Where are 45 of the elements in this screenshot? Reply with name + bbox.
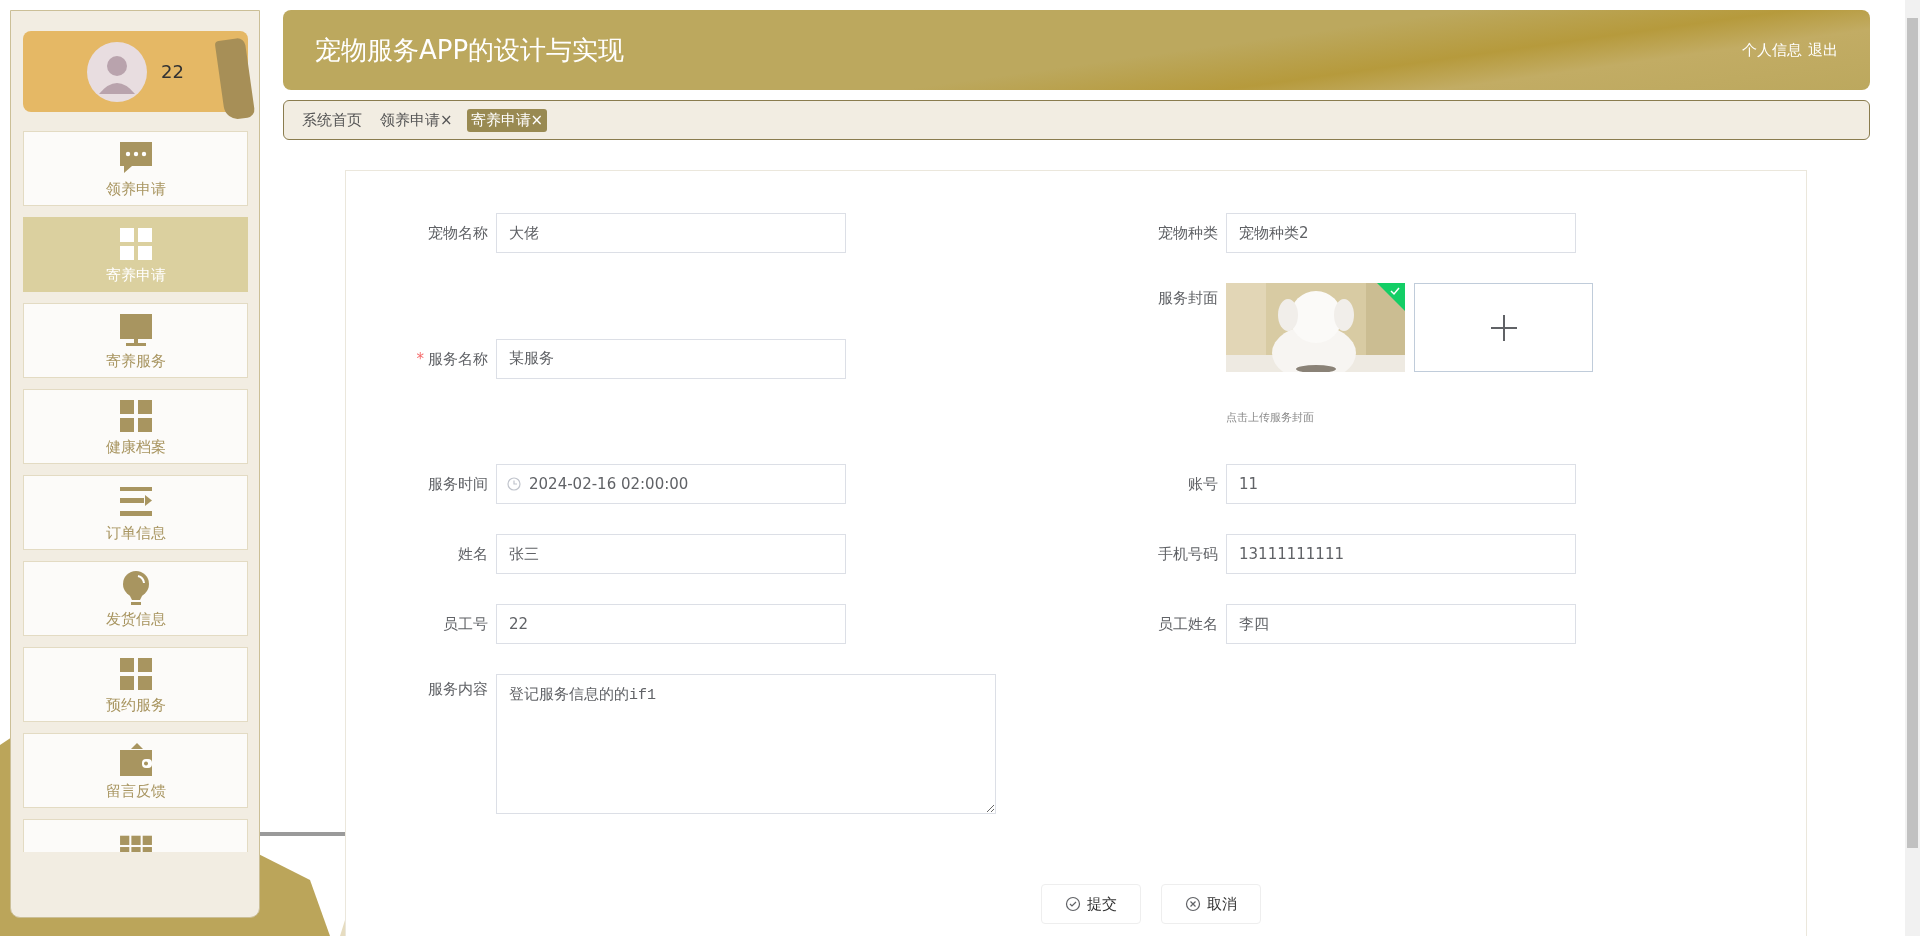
input-field[interactable]: 大佬 [496,213,846,253]
input-field[interactable]: 宠物种类2 [1226,213,1576,253]
input-field[interactable]: 11 [1226,464,1576,504]
upload-box[interactable] [1414,283,1593,372]
input-field[interactable]: 某服务 [496,338,846,379]
date-time-value: 2024-02-16 02:00:00 [529,475,689,493]
field-label: 姓名 [458,544,488,565]
chat-bubble-icon [117,140,154,176]
cancel-button[interactable]: 取消 [1161,884,1261,924]
text-area[interactable]: 登记服务信息的的if1 [496,674,996,814]
grid-icon [117,398,154,434]
clock-icon [507,477,521,491]
field-label: 服务名称 [428,348,488,370]
plus-icon [1489,313,1518,342]
input-field[interactable]: 13111111111 [1226,534,1576,574]
date-time-field[interactable]: 2024-02-16 02:00:00 [496,464,846,504]
grid-icon [117,656,154,692]
required-mark: * [416,348,424,370]
input-field[interactable]: 张三 [496,534,846,574]
user-name: 22 [161,61,184,82]
close-circle-icon [1185,896,1201,912]
field-label: 服务时间 [428,474,488,495]
input-field[interactable]: 李四 [1226,604,1576,644]
field-label: 服务内容 [428,679,488,700]
field-label: 账号 [1188,474,1218,495]
avatar-icon [87,41,148,102]
tab[interactable]: 领养申请× [376,108,457,132]
check-circle-icon [1065,896,1081,912]
wallet-icon [117,742,154,778]
grid-icon [117,226,154,262]
field-label: 宠物种类 [1158,223,1218,244]
tab[interactable]: 寄养申请× [466,108,548,132]
app-title: 宠物服务APP的设计与实现 [315,33,625,67]
monitor-icon [117,312,154,348]
field-label: 宠物名称 [428,223,488,244]
field-label: 员工姓名 [1158,614,1218,635]
submit-button[interactable]: 提交 [1041,884,1141,924]
tab[interactable]: 系统首页 [298,108,366,132]
field-label: 服务封面 [1158,288,1218,309]
field-label: 员工号 [443,614,488,635]
scrollbar-thumb[interactable] [1907,18,1918,848]
field-label: 手机号码 [1158,544,1218,565]
upload-hint: 点击上传服务封面 [1226,410,1315,425]
success-check-icon [1377,283,1405,311]
input-field[interactable]: 22 [496,604,846,644]
